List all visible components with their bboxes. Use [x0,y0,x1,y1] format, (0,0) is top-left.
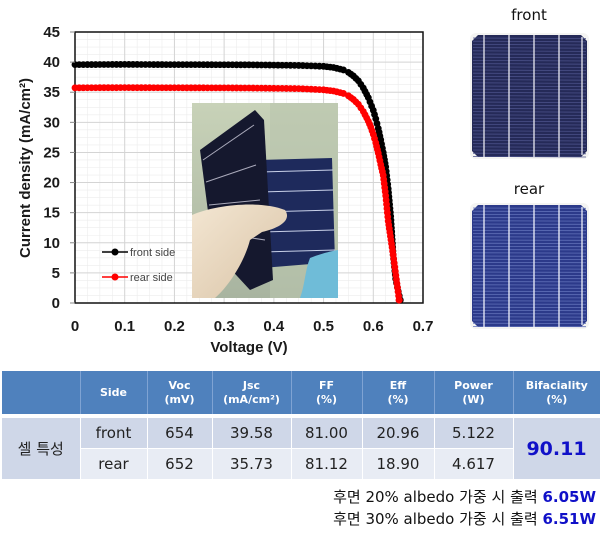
y-tick-label: 10 [43,235,60,252]
x-tick-label: 0.3 [214,318,235,335]
y-tick-label: 20 [43,175,60,192]
y-tick-label: 35 [43,84,60,101]
table-row-front: 셀 특성 front 654 39.58 81.00 20.96 5.122 9… [2,416,601,480]
legend-marker-rear [111,273,119,281]
header-voc: Voc (mV) [147,371,213,418]
albedo-note-20: 후면 20% albedo 가중 시 출력 6.05W [333,488,596,506]
y-axis-title: Current density (mA/cm²) [17,78,34,258]
cell-eff: 20.96 [362,416,435,449]
cell-ff: 81.12 [291,448,363,480]
x-axis-title: Voltage (V) [210,339,287,356]
cell-power: 4.617 [434,448,514,480]
legend-item-rear: rear side [102,272,173,284]
x-tick-label: 0.6 [363,318,384,335]
y-tick-label: 45 [43,24,60,41]
cell-side: rear [80,448,148,480]
header-empty [2,371,81,418]
cell-jsc: 39.58 [212,416,292,449]
table-row-rear: rear 652 35.73 81.12 18.90 4.617 [2,448,600,480]
cell-power: 5.122 [434,416,514,449]
inset-photo-cells-in-hand [192,103,338,298]
albedo-20-output: 6.05W [542,488,596,506]
x-tick-label: 0.5 [313,318,334,335]
x-tick-label: 0.2 [164,318,185,335]
bifaciality-value: 90.11 [513,416,601,480]
legend-item-front: front side [102,247,175,259]
cell-voc: 652 [147,448,213,480]
cell-side: front [80,416,148,449]
iv-curve-chart: 0 0.1 0.2 0.3 0.4 0.5 0.6 0.7 0 5 10 15 20 25 30 35 40 4… [17,24,434,356]
cell-voc: 654 [147,416,213,449]
header-bifaciality: Bifaciality (%) [513,371,600,418]
header-power: Power (W) [434,371,514,418]
front-cell-photo [470,33,589,159]
legend-label-front: front side [130,247,175,259]
front-cell-image [470,33,589,159]
cell-ff: 81.00 [291,416,363,449]
header-side: Side [80,371,148,418]
cell-characteristics-table: Side Voc (mV) Jsc (mA/cm²) FF (%) Eff (%) Po… [2,371,601,480]
cell-jsc: 35.73 [212,448,292,480]
rear-cell-image [470,203,589,329]
y-tick-label: 30 [43,114,60,131]
header-jsc: Jsc (mA/cm²) [212,371,292,418]
y-tick-label: 40 [43,54,60,71]
x-tick-label: 0.4 [263,318,285,335]
legend-label-rear: rear side [130,272,173,284]
rear-cell-photo [470,203,589,329]
table-header-row: Side Voc (mV) Jsc (mA/cm²) FF (%) Eff (%) Po… [2,371,600,418]
y-tick-label: 25 [43,144,60,161]
rear-photo-label: rear [513,180,545,198]
albedo-note-30: 후면 30% albedo 가중 시 출력 6.51W [333,510,596,528]
data-point [395,296,403,304]
header-ff: FF (%) [291,371,363,418]
front-photo-label: front [511,6,547,24]
y-tick-label: 0 [52,295,60,312]
header-eff: Eff (%) [362,371,435,418]
cell-eff: 18.90 [362,448,435,480]
albedo-30-output: 6.51W [542,510,596,528]
x-tick-label: 0 [71,318,79,335]
group-label: 셀 특성 [2,416,81,480]
y-tick-label: 15 [43,205,60,222]
x-tick-label: 0.1 [114,318,135,335]
y-tick-label: 5 [52,265,60,282]
legend-marker-front [111,248,119,256]
x-tick-label: 0.7 [413,318,434,335]
